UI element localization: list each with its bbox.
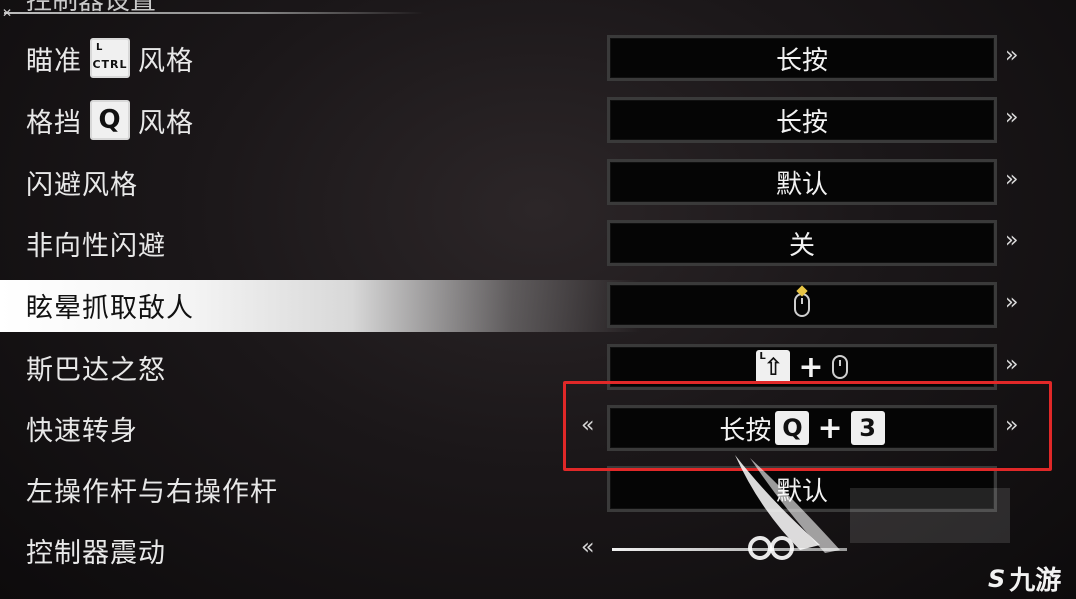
setting-label: 左操作杆与右操作杆 (26, 458, 278, 520)
key-label: ⇧ (763, 353, 784, 381)
setting-row-stun-grab[interactable]: 眩晕抓取敌人 » (0, 274, 1076, 336)
setting-row-nondirectional-dodge[interactable]: 非向性闪避 关 » (0, 212, 1076, 274)
watermark-logo-icon (735, 455, 840, 560)
header-divider (4, 12, 424, 14)
value-box[interactable]: 长按 (607, 35, 997, 81)
shift-key-icon: L ⇧ (756, 350, 791, 384)
label-text: 非向性闪避 (26, 230, 166, 262)
setting-label: 瞄准 L CTRL 风格 (26, 27, 194, 89)
ctrl-key-icon: L CTRL (90, 38, 130, 78)
mouse-scroll-icon (794, 293, 810, 317)
value-box[interactable]: 关 (607, 220, 997, 266)
value-box[interactable] (607, 282, 997, 328)
setting-label: 快速转身 (26, 397, 138, 459)
header-divider-cap: ✕ (2, 6, 13, 20)
value-box[interactable]: 默认 (607, 159, 997, 205)
value-text: 关 (788, 230, 815, 261)
setting-label: 格挡 Q 风格 (26, 89, 194, 151)
plus-icon: + (798, 349, 824, 385)
key-label: CTRL (92, 58, 128, 71)
value-box[interactable]: 长按 (607, 97, 997, 143)
watermark-text: S 九游 (988, 560, 1061, 597)
label-suffix: 风格 (138, 107, 194, 139)
key-corner-label: L (96, 42, 104, 53)
watermark-symbol: S (988, 564, 1006, 593)
next-arrow-icon[interactable]: » (1005, 105, 1018, 130)
value-text: 长按 (775, 107, 828, 138)
value-text: 默认 (775, 169, 828, 200)
setting-label: 非向性闪避 (26, 212, 166, 274)
label-text: 快速转身 (26, 415, 138, 447)
setting-row-block-style[interactable]: 格挡 Q 风格 长按 » (0, 89, 1076, 151)
label-text: 控制器震动 (26, 537, 166, 569)
watermark-overlay (850, 488, 1010, 543)
setting-label: 眩晕抓取敌人 (26, 274, 194, 336)
label-text: 格挡 (26, 107, 82, 139)
next-arrow-icon[interactable]: » (1005, 43, 1018, 68)
label-text: 闪避风格 (26, 169, 138, 201)
label-text: 眩晕抓取敌人 (26, 292, 194, 324)
next-arrow-icon[interactable]: » (1005, 290, 1018, 315)
key-combo: L ⇧ + (756, 349, 848, 385)
label-text: 斯巴达之怒 (26, 354, 166, 386)
setting-label: 控制器震动 (26, 519, 166, 581)
label-text: 左操作杆与右操作杆 (26, 476, 278, 508)
mouse-icon (831, 355, 848, 379)
setting-row-aim-style[interactable]: 瞄准 L CTRL 风格 长按 » (0, 27, 1076, 89)
setting-label: 斯巴达之怒 (26, 336, 166, 398)
q-key-icon: Q (90, 100, 130, 140)
watermark-label: 九游 (1009, 566, 1062, 596)
next-arrow-icon[interactable]: » (1005, 167, 1018, 192)
value-text: 长按 (775, 45, 828, 76)
key-corner-label: L (759, 351, 766, 362)
next-arrow-icon[interactable]: » (1005, 228, 1018, 253)
next-arrow-icon[interactable]: » (1005, 352, 1018, 377)
setting-row-dodge-style[interactable]: 闪避风格 默认 » (0, 151, 1076, 213)
prev-arrow-icon[interactable]: « (581, 535, 594, 560)
label-suffix: 风格 (138, 45, 194, 77)
setting-label: 闪避风格 (26, 151, 138, 213)
label-text: 瞄准 (26, 45, 82, 77)
